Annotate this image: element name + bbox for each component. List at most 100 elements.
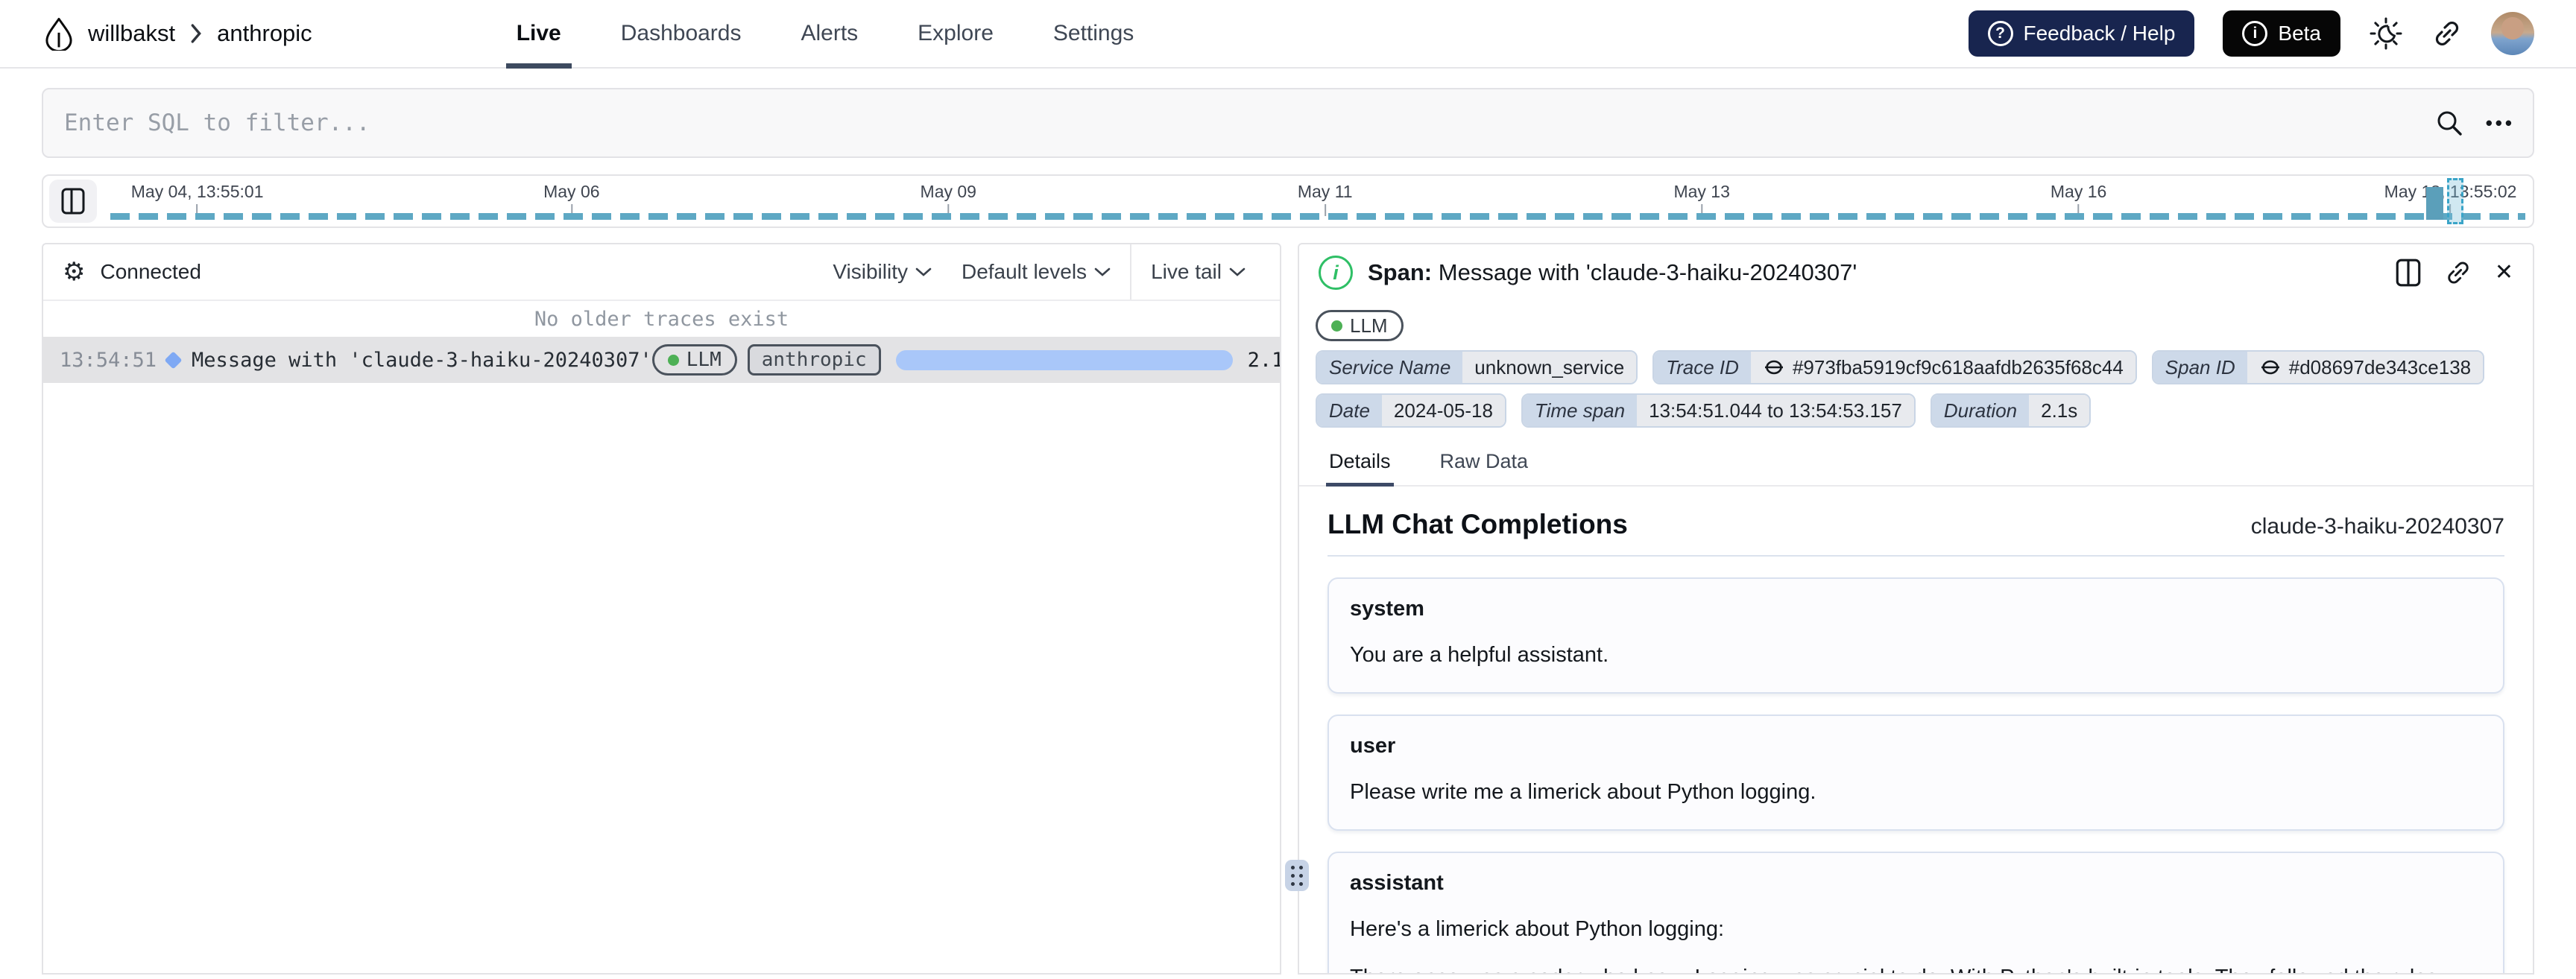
timeline-panel: May 04, 13:55:01 May 06 May 09 May 11 Ma…	[42, 174, 2534, 228]
span-properties-row-1: Service Name unknown_service Trace ID #9…	[1299, 343, 2533, 386]
panel-resize-handle[interactable]	[1285, 860, 1309, 891]
nav-tab-dashboards[interactable]: Dashboards	[610, 0, 752, 67]
trace-timestamp: 13:54:51	[60, 348, 157, 372]
message-role: user	[1350, 734, 1396, 758]
span-title: Span: Message with 'claude-3-haiku-20240…	[1368, 259, 1857, 285]
user-avatar[interactable]	[2491, 12, 2534, 55]
copy-link-button[interactable]	[2431, 18, 2463, 49]
tab-details[interactable]: Details	[1326, 450, 1394, 487]
provider-badge: anthropic	[747, 344, 881, 376]
search-icon[interactable]	[2434, 107, 2465, 139]
feedback-help-button[interactable]: ? Feedback / Help	[1968, 10, 2195, 57]
theme-toggle-icon	[2370, 17, 2402, 50]
timeline-dashed-line	[110, 213, 2525, 220]
sql-filter-input[interactable]	[42, 88, 2534, 158]
chevron-down-icon	[1094, 267, 1111, 276]
nav-tab-explore[interactable]: Explore	[907, 0, 1004, 67]
divider	[1328, 555, 2504, 557]
main-area: ⚙ Connected Visibility Default levels Li…	[0, 228, 2576, 975]
message-text: You are a helpful assistant.	[1350, 643, 1609, 667]
span-properties-row-2: Date 2024-05-18 Time span 13:54:51.044 t…	[1299, 386, 2533, 429]
trace-title: Message with 'claude-3-haiku-20240307'	[192, 348, 652, 372]
chevron-down-icon	[1229, 267, 1246, 276]
message-text: There once was a coder who knew, Logging…	[1350, 963, 2482, 973]
timeline-tick: May 09	[921, 182, 976, 216]
beta-button[interactable]: i Beta	[2223, 10, 2340, 57]
message-card-assistant: assistant Here's a limerick about Python…	[1328, 852, 2504, 973]
property-service-name: Service Name unknown_service	[1316, 350, 1638, 384]
green-dot-icon	[667, 354, 679, 366]
link-icon	[2261, 360, 2279, 375]
message-role: assistant	[1350, 871, 1444, 896]
duration-bar	[895, 349, 1233, 370]
breadcrumb-project[interactable]: anthropic	[217, 20, 312, 47]
theme-toggle-button[interactable]	[2369, 16, 2403, 51]
split-view-icon[interactable]	[2395, 258, 2422, 288]
trace-row[interactable]: 13:54:51 Message with 'claude-3-haiku-20…	[43, 337, 1280, 383]
span-header: i Span: Message with 'claude-3-haiku-202…	[1299, 244, 2533, 301]
sidebar-toggle-button[interactable]	[49, 180, 97, 223]
timeline-tick: May 16	[2051, 182, 2106, 216]
timeline-track[interactable]: May 04, 13:55:01 May 06 May 09 May 11 Ma…	[110, 176, 2525, 226]
close-icon[interactable]: ✕	[2495, 262, 2513, 284]
property-trace-id[interactable]: Trace ID #973fba5919cf9c618aafdb2635f68c…	[1652, 350, 2137, 384]
span-type-row: LLM	[1299, 301, 2533, 343]
property-duration: Duration 2.1s	[1930, 393, 2092, 428]
visibility-dropdown[interactable]: Visibility	[818, 260, 947, 284]
message-text: Please write me a limerick about Python …	[1350, 780, 1816, 805]
chevron-down-icon	[915, 267, 932, 276]
timeline-tick: May 13	[1673, 182, 1730, 216]
info-circle-icon: i	[2242, 21, 2268, 46]
property-date: Date 2024-05-18	[1316, 393, 1506, 428]
breadcrumb-chevron-icon	[191, 24, 202, 43]
nav-tab-alerts[interactable]: Alerts	[790, 0, 868, 67]
section-title: LLM Chat Completions	[1328, 509, 1628, 539]
trace-list-header: ⚙ Connected Visibility Default levels Li…	[43, 244, 1280, 301]
span-tabs: Details Raw Data	[1299, 450, 2533, 487]
main-nav: Live Dashboards Alerts Explore Settings	[505, 0, 1145, 69]
span-info-icon: i	[1319, 256, 1353, 290]
message-text: Here's a limerick about Python logging:	[1350, 917, 1725, 942]
property-span-id[interactable]: Span ID #d08697de343ce138	[2151, 350, 2485, 384]
beta-label: Beta	[2278, 22, 2321, 45]
link-icon	[1764, 360, 1783, 375]
question-circle-icon: ?	[1987, 21, 2013, 46]
gear-icon[interactable]: ⚙	[63, 259, 85, 285]
message-card-system: system You are a helpful assistant.	[1328, 577, 2504, 694]
tab-raw-data[interactable]: Raw Data	[1437, 450, 1532, 485]
live-tail-dropdown[interactable]: Live tail	[1136, 260, 1260, 284]
nav-tab-live[interactable]: Live	[505, 0, 572, 69]
more-options-icon[interactable]: •••	[2486, 112, 2515, 135]
sidebar-toggle-icon	[61, 188, 85, 215]
filter-bar: •••	[0, 69, 2576, 174]
trace-duration: 2.1s	[1247, 348, 1280, 372]
model-name: claude-3-haiku-20240307	[2250, 514, 2504, 539]
no-older-traces-message: No older traces exist	[534, 307, 789, 331]
link-icon[interactable]	[2444, 259, 2472, 287]
timeline-tick: May 11	[1298, 182, 1353, 216]
llm-badge: LLM	[1316, 310, 1404, 341]
message-role: system	[1350, 597, 1424, 621]
link-icon	[2435, 22, 2459, 45]
timeline-tick: May 04, 13:55:01	[131, 182, 263, 216]
span-details-panel: i Span: Message with 'claude-3-haiku-202…	[1298, 243, 2534, 975]
nav-tab-settings[interactable]: Settings	[1043, 0, 1144, 67]
timeline-tick: May 06	[543, 182, 600, 216]
app-header: willbakst anthropic Live Dashboards Aler…	[0, 0, 2576, 69]
connection-status: Connected	[100, 260, 201, 283]
message-card-user: user Please write me a limerick about Py…	[1328, 715, 2504, 831]
span-content: LLM Chat Completions claude-3-haiku-2024…	[1299, 487, 2533, 973]
default-levels-dropdown[interactable]: Default levels	[947, 260, 1126, 284]
header-actions: ? Feedback / Help i Beta	[1968, 10, 2534, 57]
feedback-help-label: Feedback / Help	[2023, 22, 2176, 45]
timeline-histogram-bar	[2426, 187, 2444, 220]
span-diamond-icon	[164, 350, 183, 370]
timeline-selection[interactable]	[2446, 178, 2463, 224]
breadcrumb: willbakst anthropic	[42, 16, 312, 51]
llm-badge: LLM	[651, 344, 737, 376]
divider	[1130, 244, 1132, 300]
lilypad-logo[interactable]	[42, 16, 76, 51]
trace-list-panel: ⚙ Connected Visibility Default levels Li…	[42, 243, 1281, 975]
breadcrumb-org[interactable]: willbakst	[88, 20, 175, 47]
green-dot-icon	[1331, 320, 1342, 332]
